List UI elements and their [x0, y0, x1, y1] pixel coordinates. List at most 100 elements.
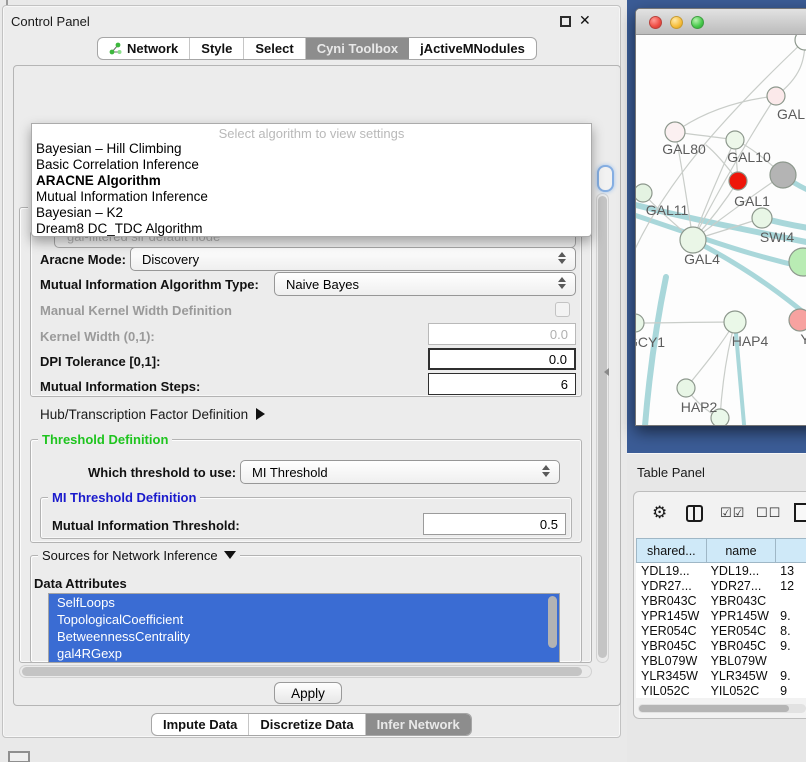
- control-panel-tabbar: NetworkStyle Select Cyni ToolboxjActiveMNo…: [97, 37, 537, 60]
- close-traffic-light-icon[interactable]: [649, 16, 662, 29]
- table-cell: 9.: [775, 608, 806, 623]
- table-column-header[interactable]: shared...: [636, 538, 706, 563]
- table-horizontal-scrollbar[interactable]: [638, 704, 806, 713]
- docked-panel-icon[interactable]: [8, 751, 30, 762]
- network-node[interactable]: [752, 208, 772, 228]
- algorithm-option[interactable]: Dream8 DC_TDC Algorithm: [32, 221, 591, 237]
- data-attribute-item[interactable]: TopologicalCoefficient: [49, 611, 559, 628]
- data-attribute-item[interactable]: BetweennessCentrality: [49, 628, 559, 645]
- mi-type-combo[interactable]: Naive Bayes: [274, 272, 576, 296]
- network-node[interactable]: [767, 87, 785, 105]
- combo-arrows-icon: [557, 252, 566, 264]
- expand-right-icon: [256, 408, 265, 420]
- aracne-mode-combo[interactable]: Discovery: [130, 247, 576, 271]
- network-node-label: GAL4: [684, 251, 720, 267]
- network-node[interactable]: [636, 184, 652, 202]
- select-checked-icon[interactable]: ☑☑: [720, 505, 745, 521]
- manual-kernel-checkbox[interactable]: [555, 302, 570, 317]
- table-cell: YBR045C: [706, 638, 776, 653]
- dpi-tolerance-field[interactable]: 0.0: [428, 348, 576, 370]
- settings-horizontal-scrollbar[interactable]: [19, 665, 592, 678]
- table-cell: YBR043C: [706, 593, 776, 608]
- focused-combo-edge[interactable]: [597, 165, 614, 192]
- apply-button-label: Apply: [291, 686, 325, 701]
- table-row[interactable]: YBR045CYBR045C9.: [636, 638, 806, 653]
- table-row[interactable]: YPR145WYPR145W9.: [636, 608, 806, 623]
- gear-icon[interactable]: ⚙: [652, 503, 667, 523]
- network-node[interactable]: [680, 227, 706, 253]
- bottom-tab-infer-network[interactable]: Infer Network: [366, 714, 471, 735]
- node-table: shared...nameYDL19...YDL19...13YDR27...Y…: [636, 538, 806, 698]
- algorithm-option[interactable]: Basic Correlation Inference: [32, 157, 591, 173]
- mi-type-value: Naive Bayes: [286, 277, 359, 292]
- network-node[interactable]: [789, 248, 806, 276]
- float-panel-icon[interactable]: [560, 16, 571, 27]
- algorithm-option[interactable]: Bayesian – K2: [32, 205, 591, 221]
- tab-jactivemnodules[interactable]: jActiveMNodules: [409, 38, 536, 59]
- mi-steps-field[interactable]: 6: [428, 373, 576, 395]
- document-icon[interactable]: [794, 503, 806, 522]
- network-node[interactable]: [726, 131, 744, 149]
- dpi-tolerance-value: 0.0: [549, 352, 567, 367]
- sources-group-title[interactable]: Sources for Network Inference: [38, 548, 240, 563]
- network-window-titlebar[interactable]: [636, 9, 806, 35]
- table-row[interactable]: YDL19...YDL19...13: [636, 563, 806, 578]
- bottom-tab-impute-data[interactable]: Impute Data: [152, 714, 249, 735]
- tab-label: Select: [255, 41, 293, 56]
- zoom-traffic-light-icon[interactable]: [691, 16, 704, 29]
- table-row[interactable]: YER054CYER054C8.: [636, 623, 806, 638]
- network-node[interactable]: [789, 309, 806, 331]
- network-canvas[interactable]: GALGAL80GAL10GAL1GAL11SWI4GAL4GCY1HAP4YH…: [636, 35, 806, 426]
- table-column-header[interactable]: name: [706, 538, 776, 563]
- tab-cyni-toolbox[interactable]: Cyni Toolbox: [306, 38, 409, 59]
- bottom-tab-discretize-data[interactable]: Discretize Data: [249, 714, 365, 735]
- data-attribute-item[interactable]: gal4RGexp: [49, 645, 559, 662]
- columns-icon[interactable]: [686, 505, 703, 522]
- network-node[interactable]: [665, 122, 685, 142]
- which-threshold-combo[interactable]: MI Threshold: [240, 460, 560, 484]
- table-row[interactable]: YBR043CYBR043C: [636, 593, 806, 608]
- table-cell: YER054C: [706, 623, 776, 638]
- apply-button[interactable]: Apply: [274, 682, 342, 704]
- table-cell: 9: [775, 683, 806, 698]
- panel-divider-grip[interactable]: [604, 368, 609, 376]
- network-node[interactable]: [636, 314, 644, 332]
- mi-threshold-label: Mutual Information Threshold:: [52, 518, 240, 533]
- minimize-traffic-light-icon[interactable]: [670, 16, 683, 29]
- network-node[interactable]: [729, 172, 747, 190]
- algorithm-option[interactable]: Bayesian – Hill Climbing: [32, 141, 591, 157]
- kernel-width-field[interactable]: 0.0: [428, 323, 576, 345]
- network-node-label: HAP4: [732, 333, 769, 349]
- sources-title-text: Sources for Network Inference: [42, 548, 218, 563]
- hub-definition-label: Hub/Transcription Factor Definition: [40, 407, 248, 422]
- algorithm-option[interactable]: ARACNE Algorithm: [32, 173, 591, 189]
- app-root: Control Panel ✕ NetworkStyleSelectCyni T…: [0, 0, 806, 762]
- data-attributes-list[interactable]: SelfLoopsTopologicalCoefficientBetweenne…: [48, 593, 560, 663]
- network-node[interactable]: [677, 379, 695, 397]
- table-column-header[interactable]: [775, 538, 806, 563]
- table-cell: 8.: [775, 623, 806, 638]
- close-icon[interactable]: ✕: [579, 12, 591, 29]
- data-attribute-item[interactable]: SelfLoops: [49, 594, 559, 611]
- mi-threshold-field[interactable]: 0.5: [423, 513, 566, 535]
- tab-network[interactable]: Network: [98, 38, 190, 59]
- network-node[interactable]: [724, 311, 746, 333]
- algorithm-option[interactable]: Mutual Information Inference: [32, 189, 591, 205]
- network-node[interactable]: [770, 162, 796, 188]
- table-row[interactable]: YLR345WYLR345W9.: [636, 668, 806, 683]
- select-unchecked-icon[interactable]: ☐☐: [756, 505, 781, 521]
- cyni-toolbox-panel: gal-filtered sir default node Select alg…: [13, 65, 621, 706]
- hub-definition-toggle[interactable]: Hub/Transcription Factor Definition: [40, 407, 265, 422]
- algorithm-popup-placeholder: Select algorithm to view settings: [32, 124, 591, 141]
- table-cell: YBR043C: [636, 593, 706, 608]
- tab-style[interactable]: Style: [190, 38, 244, 59]
- table-row[interactable]: YIL052CYIL052C9: [636, 683, 806, 698]
- table-cell: YIL052C: [706, 683, 776, 698]
- table-row[interactable]: YBL079WYBL079W: [636, 653, 806, 668]
- aracne-mode-label: Aracne Mode:: [40, 252, 126, 267]
- list-scrollbar[interactable]: [548, 596, 557, 648]
- tab-select[interactable]: Select: [244, 38, 305, 59]
- table-row[interactable]: YDR27...YDR27...12: [636, 578, 806, 593]
- table-cell: YDR27...: [706, 578, 776, 593]
- settings-vertical-scrollbar[interactable]: [596, 193, 609, 663]
